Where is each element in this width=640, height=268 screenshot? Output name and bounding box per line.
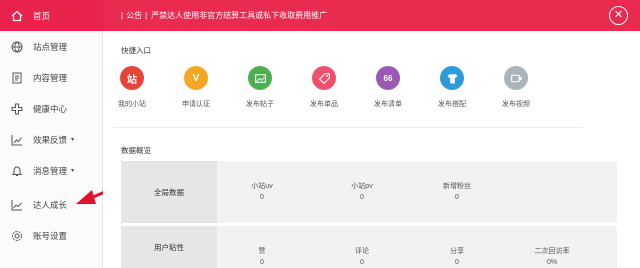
sidebar-item-account[interactable]: 账号设置 bbox=[0, 220, 103, 251]
stat-value: 0 bbox=[455, 194, 459, 201]
sidebar-item-health[interactable]: 健康中心 bbox=[0, 93, 103, 124]
sidebar-item-label: 站点管理 bbox=[33, 41, 68, 52]
bell-icon bbox=[10, 164, 24, 178]
sidebar-item-home[interactable]: 首页 bbox=[0, 0, 103, 31]
quick-entry-label: 我的小站 bbox=[118, 101, 146, 108]
stat-label: 新增粉丝 bbox=[443, 183, 471, 190]
stat-cell: 赞 0 bbox=[227, 246, 297, 266]
quick-entry-my-site[interactable]: 站 我的小站 bbox=[107, 66, 157, 109]
stat-label: 评论 bbox=[355, 248, 369, 255]
data-overview-title: 数据概览 bbox=[121, 146, 151, 155]
trend-icon bbox=[10, 198, 24, 212]
quick-entry-label: 发布搭配 bbox=[438, 101, 466, 108]
quick-entry-title: 快捷入口 bbox=[121, 46, 151, 55]
globe-icon bbox=[10, 40, 24, 54]
row-global: 小站uv 0 小站pv 0 新增粉丝 0 bbox=[217, 161, 617, 223]
home-icon bbox=[10, 9, 24, 23]
sidebar: 首页 站点管理 内容管理 健康中心 效果反馈 ▾ 消息管理 ▾ 达人成长 账号设… bbox=[0, 0, 103, 268]
stat-value: 0 bbox=[360, 259, 364, 266]
notice-tag: | 公告 | bbox=[121, 11, 148, 20]
quick-entry-label: 申请认证 bbox=[182, 101, 210, 108]
sidebar-item-label: 效果反馈 bbox=[33, 134, 68, 145]
stat-value: 0 bbox=[260, 259, 264, 266]
quick-entry-label: 发布帖子 bbox=[246, 101, 274, 108]
main-content: | 公告 | 严禁达人使用非官方结算工具或私下收取费用推广 ✕ 快捷入口 站 我的小… bbox=[103, 0, 640, 268]
settings-icon bbox=[10, 229, 24, 243]
site-icon: 站 bbox=[120, 66, 144, 90]
row-label-stickiness: 用户粘性 bbox=[121, 226, 217, 268]
stat-value: 0 bbox=[455, 259, 459, 266]
tag-icon bbox=[312, 66, 336, 90]
quick-entry-verify[interactable]: V 申请认证 bbox=[171, 66, 221, 109]
document-icon bbox=[10, 71, 24, 85]
notice-bar: | 公告 | 严禁达人使用非官方结算工具或私下收取费用推广 ✕ bbox=[103, 0, 640, 31]
sidebar-item-label: 消息管理 bbox=[33, 165, 68, 176]
stat-cell: 小站uv 0 bbox=[227, 181, 297, 201]
shirt-icon bbox=[440, 66, 464, 90]
quick-entry-video[interactable]: 发布视频 bbox=[491, 66, 541, 109]
verify-icon: V bbox=[184, 66, 208, 90]
stat-value: 0% bbox=[546, 259, 558, 266]
sidebar-item-label: 账号设置 bbox=[33, 230, 68, 241]
quick-entry-list[interactable]: 66 发布清单 bbox=[363, 66, 413, 109]
sidebar-item-label: 内容管理 bbox=[33, 72, 68, 83]
sidebar-item-label: 达人成长 bbox=[33, 199, 68, 210]
stat-cell: 评论 0 bbox=[327, 246, 397, 266]
quote-icon: 66 bbox=[376, 66, 400, 90]
image-icon bbox=[248, 66, 272, 90]
plus-icon bbox=[10, 102, 24, 116]
sidebar-item-site[interactable]: 站点管理 bbox=[0, 31, 103, 62]
stat-cell: 新增粉丝 0 bbox=[422, 181, 492, 201]
quick-entry-post[interactable]: 发布帖子 bbox=[235, 66, 285, 109]
sidebar-item-label: 健康中心 bbox=[33, 103, 68, 114]
row-label-global: 全局数据 bbox=[121, 161, 217, 223]
quick-entry-label: 发布视频 bbox=[502, 101, 530, 108]
quick-entry-label: 发布清单 bbox=[374, 101, 402, 108]
stat-value: 0 bbox=[360, 194, 364, 201]
stat-label: 小站uv bbox=[251, 183, 273, 190]
quick-entry-label: 发布单品 bbox=[310, 101, 338, 108]
quick-entry-product[interactable]: 发布单品 bbox=[299, 66, 349, 109]
stat-label: 小站pv bbox=[351, 183, 373, 190]
divider bbox=[113, 127, 583, 128]
stat-label: 二次回访率 bbox=[534, 248, 570, 255]
sidebar-item-label: 首页 bbox=[33, 10, 51, 21]
notice-text: 严禁达人使用非官方结算工具或私下收取费用推广 bbox=[151, 11, 328, 20]
row-stickiness: 赞 0 评论 0 分享 0 二次回访率 0% bbox=[217, 226, 617, 268]
stat-cell: 小站pv 0 bbox=[327, 181, 397, 201]
stat-cell: 分享 0 bbox=[422, 246, 492, 266]
stat-label: 赞 bbox=[258, 248, 266, 255]
chevron-down-icon: ▾ bbox=[71, 137, 75, 143]
close-icon[interactable]: ✕ bbox=[609, 6, 628, 25]
stat-value: 0 bbox=[260, 194, 264, 201]
stat-label: 分享 bbox=[450, 248, 464, 255]
chart-icon bbox=[10, 133, 24, 147]
sidebar-item-content[interactable]: 内容管理 bbox=[0, 62, 103, 93]
quick-entry-outfit[interactable]: 发布搭配 bbox=[427, 66, 477, 109]
video-icon bbox=[504, 66, 528, 90]
stat-cell: 二次回访率 0% bbox=[517, 246, 587, 266]
